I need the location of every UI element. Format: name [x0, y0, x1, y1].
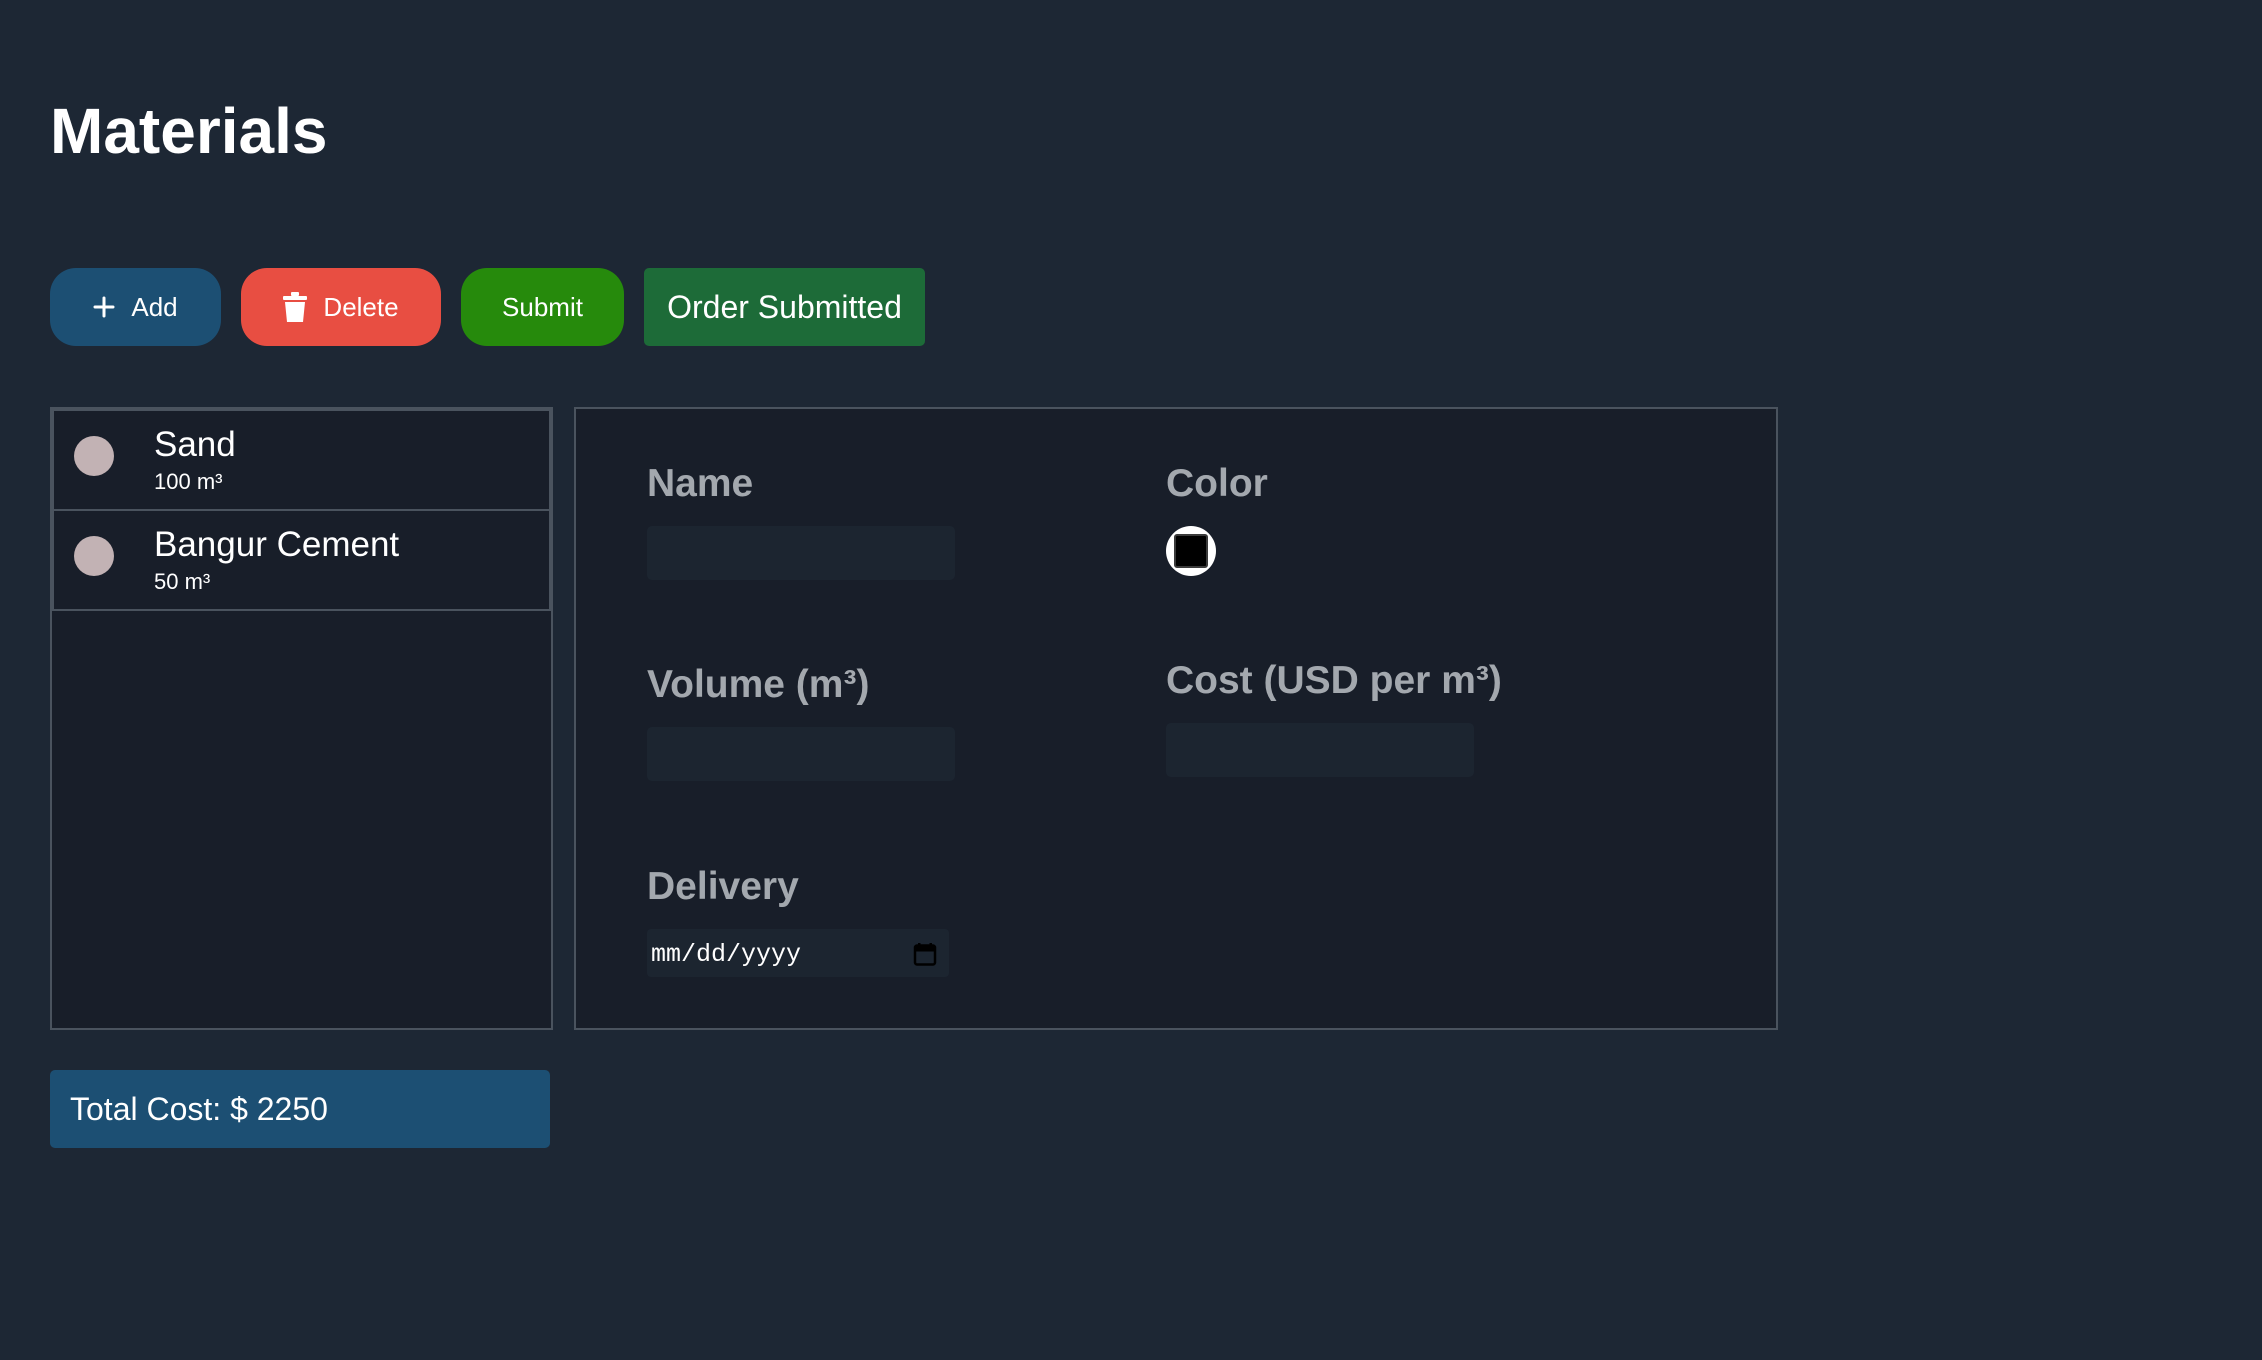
volume-input[interactable] [647, 727, 955, 781]
delivery-label: Delivery [647, 865, 799, 908]
cost-input[interactable] [1166, 723, 1474, 777]
name-input[interactable] [647, 526, 955, 580]
submit-button[interactable]: Submit [461, 268, 624, 346]
order-status-badge: Order Submitted [644, 268, 925, 346]
delivery-date-input[interactable]: mm/dd/yyyy [647, 929, 949, 977]
toolbar: Add Delete Submit Order Submitted [50, 268, 925, 346]
materials-list: Sand 100 m³ Bangur Cement 50 m³ [50, 407, 553, 1030]
volume-label: Volume (m³) [647, 663, 870, 706]
material-color-swatch [74, 536, 114, 576]
name-label: Name [647, 462, 754, 505]
order-status-label: Order Submitted [667, 288, 902, 325]
color-swatch [1174, 534, 1208, 568]
material-volume: 50 m³ [154, 569, 211, 594]
material-volume: 100 m³ [154, 469, 223, 494]
calendar-icon[interactable] [913, 942, 937, 966]
delete-button-label: Delete [323, 291, 399, 322]
trash-icon [283, 292, 308, 322]
list-item-sand[interactable]: Sand 100 m³ [52, 409, 551, 511]
color-label: Color [1166, 462, 1268, 505]
cost-label: Cost (USD per m³) [1166, 659, 1502, 702]
date-placeholder: mm/dd/yyyy [651, 940, 802, 969]
plus-icon [93, 296, 115, 318]
material-name: Bangur Cement [154, 525, 400, 564]
material-form: Name Color Volume (m³) Cost (USD per m³)… [574, 407, 1778, 1030]
material-color-swatch [74, 436, 114, 476]
total-cost-bar: Total Cost: $ 2250 [50, 1070, 550, 1148]
total-cost-currency: $ [230, 1090, 248, 1127]
submit-button-label: Submit [502, 291, 583, 322]
list-item-bangur-cement[interactable]: Bangur Cement 50 m³ [52, 509, 551, 611]
page-title: Materials [50, 95, 328, 167]
material-name: Sand [154, 425, 236, 464]
total-cost-label: Total Cost: [70, 1090, 222, 1127]
add-button-label: Add [131, 291, 178, 322]
color-picker[interactable] [1166, 526, 1216, 576]
delete-button[interactable]: Delete [241, 268, 441, 346]
add-button[interactable]: Add [50, 268, 221, 346]
total-cost-value: 2250 [256, 1090, 328, 1127]
